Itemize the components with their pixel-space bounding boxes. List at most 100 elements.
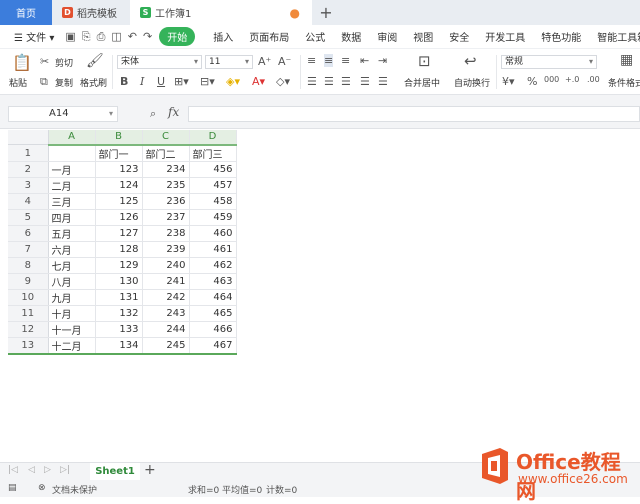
cell[interactable]: 126 bbox=[95, 209, 143, 226]
cell[interactable]: 245 bbox=[142, 337, 190, 355]
cell[interactable]: 十二月 bbox=[48, 337, 96, 355]
cell[interactable]: 243 bbox=[142, 305, 190, 322]
distribute-icon[interactable]: ☰ bbox=[378, 75, 388, 88]
cell[interactable]: 130 bbox=[95, 273, 143, 290]
cell[interactable]: 466 bbox=[189, 321, 237, 338]
indent-increase-icon[interactable]: ⇥ bbox=[378, 54, 387, 67]
menu-view[interactable]: 视图 bbox=[405, 29, 441, 44]
cell[interactable]: 461 bbox=[189, 241, 237, 258]
print-icon[interactable]: ⎙ bbox=[94, 30, 109, 44]
menu-security[interactable]: 安全 bbox=[441, 29, 477, 44]
cell[interactable] bbox=[48, 144, 96, 162]
paste-icon[interactable]: 📋 bbox=[12, 53, 32, 72]
cell[interactable]: 128 bbox=[95, 241, 143, 258]
merge-center-button[interactable]: 合并居中 bbox=[404, 76, 440, 89]
border-icon[interactable]: ⊞▾ bbox=[174, 75, 189, 88]
auto-wrap-button[interactable]: 自动换行 bbox=[454, 76, 490, 89]
cell[interactable]: 239 bbox=[142, 241, 190, 258]
number-format-select[interactable]: 常规 bbox=[501, 55, 597, 69]
paste-button[interactable]: 粘贴 bbox=[9, 76, 27, 89]
cell[interactable]: 部门一 bbox=[95, 144, 143, 162]
cell[interactable]: 237 bbox=[142, 209, 190, 226]
cell[interactable]: 131 bbox=[95, 289, 143, 306]
underline-icon[interactable]: U bbox=[157, 75, 165, 88]
cell[interactable]: 125 bbox=[95, 193, 143, 210]
column-header-d[interactable]: D bbox=[189, 130, 237, 146]
format-painter-button[interactable]: 格式刷 bbox=[80, 76, 107, 89]
cell[interactable]: 部门三 bbox=[189, 144, 237, 162]
zoom-formula-icon[interactable]: ⌕ bbox=[150, 107, 156, 121]
cell[interactable]: 235 bbox=[142, 177, 190, 194]
align-center-icon[interactable]: ☰ bbox=[324, 75, 334, 88]
cell[interactable]: 457 bbox=[189, 177, 237, 194]
decrease-decimal-icon[interactable]: .00 bbox=[587, 75, 600, 84]
cell[interactable]: 129 bbox=[95, 257, 143, 274]
copy-button[interactable]: 复制 bbox=[55, 76, 73, 89]
font-grow-icon[interactable]: A⁺ bbox=[258, 55, 271, 68]
format-painter-icon[interactable]: 🖌 bbox=[86, 53, 104, 69]
function-icon[interactable]: fx bbox=[168, 105, 179, 119]
row-header[interactable]: 8 bbox=[8, 257, 49, 274]
cell[interactable]: 三月 bbox=[48, 193, 96, 210]
menu-toolbox[interactable]: 智能工具箱 bbox=[589, 29, 640, 44]
cell[interactable]: 十月 bbox=[48, 305, 96, 322]
select-all-corner[interactable] bbox=[8, 130, 49, 146]
cell[interactable]: 238 bbox=[142, 225, 190, 242]
copy-icon[interactable]: ⧉ bbox=[40, 75, 48, 89]
row-header[interactable]: 6 bbox=[8, 225, 49, 242]
italic-icon[interactable]: I bbox=[140, 75, 144, 88]
spreadsheet-grid[interactable]: A B C D 1 部门一 部门二 部门三 2 一月 123 234 456 3 二月 124 23… bbox=[0, 130, 640, 460]
menu-insert[interactable]: 插入 bbox=[205, 29, 241, 44]
row-header[interactable]: 1 bbox=[8, 144, 49, 162]
cell[interactable]: 236 bbox=[142, 193, 190, 210]
tab-workbook[interactable]: S 工作簿1 ● bbox=[130, 0, 312, 25]
cell[interactable]: 456 bbox=[189, 161, 237, 178]
row-header[interactable]: 10 bbox=[8, 289, 49, 306]
sheet-tab-sheet1[interactable]: Sheet1 bbox=[90, 463, 140, 481]
redo-icon[interactable]: ↷ bbox=[140, 30, 155, 43]
new-tab-icon[interactable]: + bbox=[312, 0, 340, 25]
row-header[interactable]: 7 bbox=[8, 241, 49, 258]
row-header[interactable]: 13 bbox=[8, 337, 49, 355]
currency-icon[interactable]: ¥▾ bbox=[502, 75, 515, 88]
cell[interactable]: 460 bbox=[189, 225, 237, 242]
cell[interactable]: 127 bbox=[95, 225, 143, 242]
tab-template[interactable]: D 稻壳模板 bbox=[52, 0, 130, 25]
cell[interactable]: 464 bbox=[189, 289, 237, 306]
prev-sheet-icon[interactable]: ◁ bbox=[28, 465, 35, 475]
first-sheet-icon[interactable]: |◁ bbox=[8, 465, 18, 475]
cut-button[interactable]: 剪切 bbox=[55, 56, 73, 69]
row-header[interactable]: 12 bbox=[8, 321, 49, 338]
cell[interactable]: 465 bbox=[189, 305, 237, 322]
row-header[interactable]: 11 bbox=[8, 305, 49, 322]
cell[interactable]: 240 bbox=[142, 257, 190, 274]
cell[interactable]: 九月 bbox=[48, 289, 96, 306]
menu-features[interactable]: 特色功能 bbox=[533, 29, 589, 44]
last-sheet-icon[interactable]: ▷| bbox=[60, 465, 70, 475]
menu-developer[interactable]: 开发工具 bbox=[477, 29, 533, 44]
save-icon[interactable]: ▣ bbox=[62, 30, 78, 43]
cut-icon[interactable]: ✂ bbox=[40, 55, 49, 68]
next-sheet-icon[interactable]: ▷ bbox=[44, 465, 51, 475]
bold-icon[interactable]: B bbox=[120, 75, 128, 88]
cell[interactable]: 462 bbox=[189, 257, 237, 274]
menu-review[interactable]: 审阅 bbox=[369, 29, 405, 44]
merge-center-icon[interactable]: ⊡ bbox=[418, 52, 431, 70]
align-middle-icon[interactable]: ≡ bbox=[324, 54, 334, 67]
menu-page-layout[interactable]: 页面布局 bbox=[241, 29, 297, 44]
name-box[interactable]: A14 bbox=[8, 106, 118, 122]
cell[interactable]: 459 bbox=[189, 209, 237, 226]
fill-color-icon[interactable]: ◈▾ bbox=[226, 75, 240, 88]
align-right-icon[interactable]: ☰ bbox=[341, 75, 351, 88]
font-shrink-icon[interactable]: A⁻ bbox=[278, 55, 291, 68]
row-header[interactable]: 2 bbox=[8, 161, 49, 178]
cell[interactable]: 十一月 bbox=[48, 321, 96, 338]
cell[interactable]: 一月 bbox=[48, 161, 96, 178]
percent-icon[interactable]: % bbox=[527, 75, 537, 88]
cell[interactable]: 134 bbox=[95, 337, 143, 355]
cell[interactable]: 124 bbox=[95, 177, 143, 194]
cell[interactable]: 132 bbox=[95, 305, 143, 322]
conditional-format-button[interactable]: 条件格式 bbox=[608, 76, 640, 89]
cell[interactable]: 123 bbox=[95, 161, 143, 178]
cell[interactable]: 133 bbox=[95, 321, 143, 338]
